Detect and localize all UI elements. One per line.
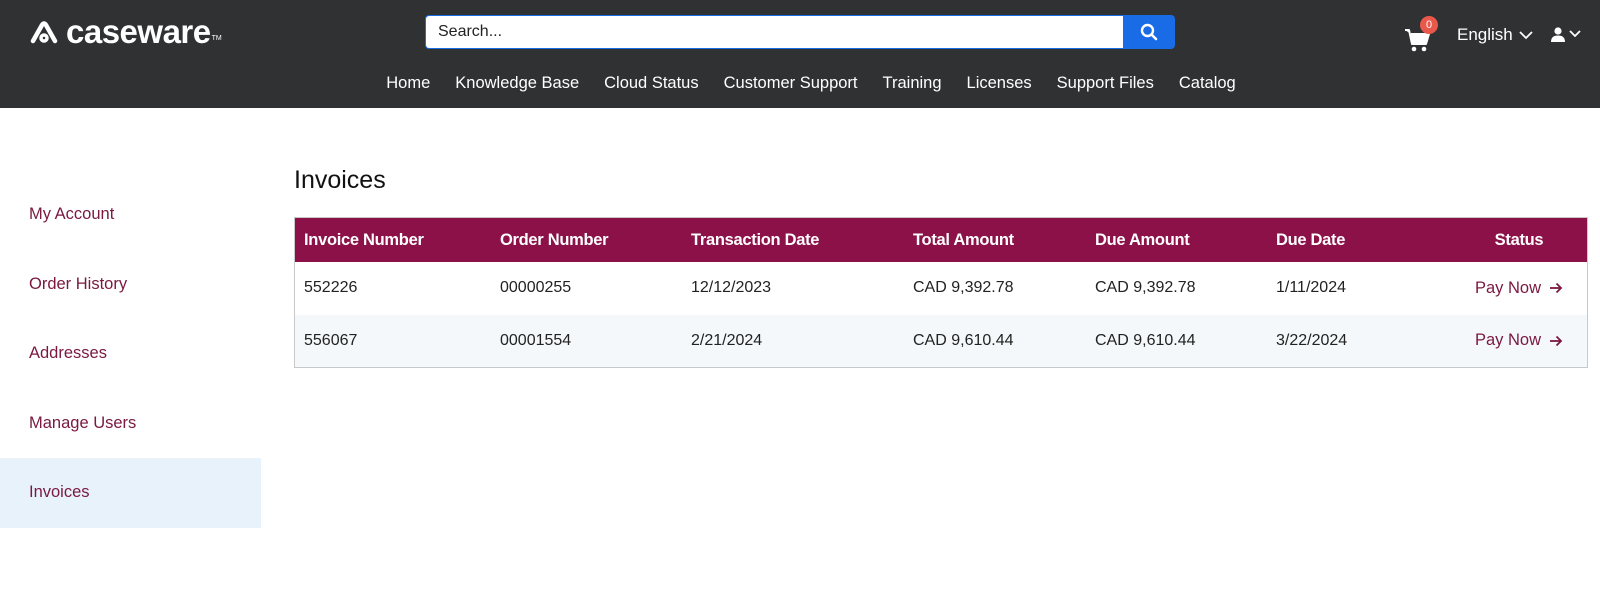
column-header-invoice-number: Invoice Number (304, 230, 424, 249)
nav-home[interactable]: Home (386, 70, 430, 96)
table-row: 552226 00000255 12/12/2023 CAD 9,392.78 … (295, 262, 1587, 315)
column-header-total-amount: Total Amount (913, 230, 1014, 249)
column-header-status: Status (1494, 230, 1544, 249)
search-input[interactable] (425, 15, 1123, 49)
user-menu[interactable] (1550, 26, 1581, 42)
nav-cloud-status[interactable]: Cloud Status (604, 70, 698, 96)
nav-catalog[interactable]: Catalog (1179, 70, 1236, 96)
sidebar-item-my-account[interactable]: My Account (0, 180, 261, 250)
status-cell: Pay Now (1451, 279, 1587, 298)
invoices-table: Invoice Number Order Number Transaction … (294, 217, 1588, 368)
search-button[interactable] (1123, 15, 1175, 49)
due-amount-cell: CAD 9,610.44 (1095, 331, 1196, 349)
top-header: caseware TM 0 English (0, 0, 1600, 108)
sidebar-item-order-history[interactable]: Order History (0, 250, 261, 320)
table-row: 556067 00001554 2/21/2024 CAD 9,610.44 C… (295, 314, 1587, 367)
trademark: TM (211, 34, 222, 42)
order-number-cell: 00001554 (500, 331, 572, 349)
user-icon (1551, 27, 1565, 42)
transaction-date-cell: 2/21/2024 (691, 331, 763, 349)
chevron-down-icon (1519, 30, 1533, 39)
main-nav: Home Knowledge Base Cloud Status Custome… (0, 70, 1600, 96)
search-icon (1140, 23, 1158, 41)
cart-count-badge: 0 (1420, 16, 1438, 34)
caseware-logo-icon (30, 21, 58, 44)
chevron-down-icon (1569, 30, 1581, 38)
column-header-due-date: Due Date (1276, 230, 1346, 249)
nav-support-files[interactable]: Support Files (1057, 70, 1154, 96)
total-amount-cell: CAD 9,392.78 (913, 279, 1014, 297)
total-amount-cell: CAD 9,610.44 (913, 331, 1014, 349)
nav-training[interactable]: Training (883, 70, 942, 96)
language-label: English (1457, 25, 1513, 44)
pay-now-link[interactable]: Pay Now (1475, 331, 1563, 350)
sidebar-item-manage-users[interactable]: Manage Users (0, 389, 261, 459)
sidebar-item-invoices[interactable]: Invoices (0, 458, 261, 528)
sidebar-item-addresses[interactable]: Addresses (0, 319, 261, 389)
caseware-logo[interactable]: caseware TM (30, 13, 222, 50)
arrow-right-icon (1550, 335, 1563, 346)
brand-name: caseware (66, 13, 211, 50)
status-cell: Pay Now (1451, 331, 1587, 350)
transaction-date-cell: 12/12/2023 (691, 279, 772, 297)
due-date-cell: 3/22/2024 (1276, 331, 1348, 349)
due-amount-cell: CAD 9,392.78 (1095, 279, 1196, 297)
invoice-number-cell: 556067 (304, 331, 358, 349)
table-header: Invoice Number Order Number Transaction … (295, 218, 1587, 262)
pay-now-label: Pay Now (1474, 278, 1542, 297)
nav-knowledge-base[interactable]: Knowledge Base (455, 70, 579, 96)
due-date-cell: 1/11/2024 (1276, 279, 1346, 297)
arrow-right-icon (1550, 283, 1563, 294)
account-sidebar: My Account Order History Addresses Manag… (0, 180, 261, 528)
nav-licenses[interactable]: Licenses (967, 70, 1032, 96)
page-title: Invoices (294, 166, 386, 194)
order-number-cell: 00000255 (500, 279, 572, 297)
pay-now-link[interactable]: Pay Now (1475, 279, 1563, 298)
column-header-transaction-date: Transaction Date (691, 230, 820, 249)
cart-button[interactable]: 0 (1403, 16, 1438, 52)
invoice-number-cell: 552226 (304, 279, 358, 297)
pay-now-label: Pay Now (1474, 331, 1542, 350)
language-selector[interactable]: English (1457, 24, 1533, 46)
search-bar (425, 15, 1175, 49)
column-header-order-number: Order Number (500, 230, 609, 249)
nav-customer-support[interactable]: Customer Support (724, 70, 858, 96)
column-header-due-amount: Due Amount (1095, 230, 1190, 249)
